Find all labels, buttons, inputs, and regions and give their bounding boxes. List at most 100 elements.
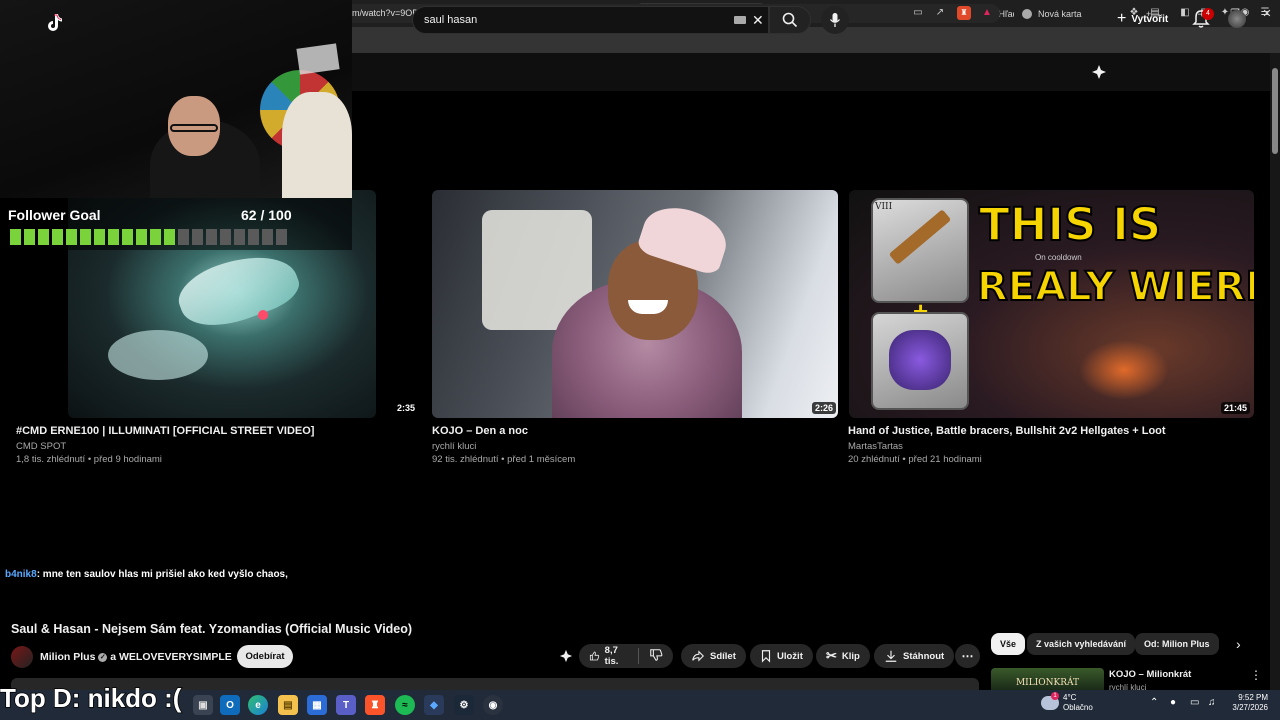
top-donation-overlay: Top D: nikdo :(	[0, 682, 182, 714]
tiktok-icon	[44, 12, 66, 34]
goal-segment	[276, 229, 287, 245]
video-duration-1: 2:35	[394, 402, 419, 414]
video-meta-3: 20 zhlédnutí • před 21 hodinami	[848, 454, 982, 465]
like-count: 8,7 tis.	[604, 645, 619, 667]
create-label: Vytvořit	[1131, 13, 1169, 25]
video-channel-3[interactable]: MartasTartas	[848, 441, 903, 452]
chip-from-channel[interactable]: Od: Milion Plus	[1135, 633, 1219, 655]
profile-avatar[interactable]	[1228, 10, 1246, 28]
more-actions-button[interactable]: ⋯	[955, 644, 980, 668]
side-video-menu-icon[interactable]: ⋮	[1250, 668, 1262, 682]
wall-sign	[296, 43, 340, 75]
tab-favicon-icon	[1022, 8, 1032, 19]
video-title-3[interactable]: Hand of Justice, Battle bracers, Bullshi…	[848, 425, 1166, 437]
microsoft-store-icon[interactable]: ▦	[307, 695, 327, 715]
like-divider	[638, 648, 639, 664]
thumb3-small: On cooldown	[1035, 253, 1082, 262]
share-button[interactable]: Sdílet	[681, 644, 746, 668]
clip-label: Klip	[841, 650, 860, 662]
tab-label: Nová karta	[1038, 8, 1082, 19]
menu-icon[interactable]: ☰	[1258, 6, 1272, 20]
search-icon	[782, 12, 798, 28]
like-button[interactable]: 8,7 tis.	[589, 645, 627, 667]
voice-search-button[interactable]	[821, 6, 849, 34]
obs-icon[interactable]: ◉	[483, 695, 503, 715]
goal-segment	[66, 229, 77, 245]
goal-segment	[164, 229, 175, 245]
clear-search-icon[interactable]: ✕	[752, 7, 764, 33]
weather-widget[interactable]: 4°C Oblačno	[1063, 693, 1093, 713]
steam-icon[interactable]: ⚙	[454, 695, 474, 715]
video-channel-2[interactable]: rychlí kluci	[432, 441, 476, 452]
goal-segment	[52, 229, 63, 245]
download-label: Stáhnout	[903, 650, 945, 662]
search-value: saul hasan	[424, 14, 478, 26]
scissors-icon: ✂	[826, 648, 837, 663]
edge-icon[interactable]: e	[248, 695, 268, 715]
task-view-icon[interactable]: ▣	[193, 695, 213, 715]
volume-icon[interactable]: ♫	[1208, 697, 1216, 708]
network-icon[interactable]: ▭	[1190, 697, 1199, 708]
clock-date: 3/27/2026	[1232, 703, 1268, 712]
goal-segment	[206, 229, 217, 245]
subscribe-button[interactable]: Odebírat	[237, 645, 293, 668]
video-meta-2: 92 tis. zhlédnutí • před 1 měsícem	[432, 454, 576, 465]
video-thumbnail-2[interactable]	[432, 190, 838, 418]
chips-next-icon[interactable]: ›	[1236, 636, 1241, 652]
video-thumbnail-3[interactable]: VIII + THIS IS On cooldown REALY WIERD	[849, 190, 1254, 418]
goal-segment	[178, 229, 189, 245]
create-button[interactable]: + Vytvořit	[1117, 8, 1168, 30]
goal-segment	[220, 229, 231, 245]
goal-segment	[24, 229, 35, 245]
spotify-icon[interactable]: ≈	[395, 695, 415, 715]
verified-icon: ✓	[98, 652, 108, 662]
channel-primary[interactable]: Milion Plus	[40, 651, 95, 663]
channel-avatar[interactable]	[11, 646, 33, 668]
search-button[interactable]	[769, 6, 811, 34]
keyboard-icon[interactable]	[734, 16, 746, 24]
share-label: Sdílet	[710, 650, 736, 662]
thumb3-line2: REALY WIERD	[976, 263, 1254, 311]
clock-time: 9:52 PM	[1238, 693, 1268, 702]
side-video-title[interactable]: KOJO – Milionkrát	[1109, 669, 1191, 680]
download-button[interactable]: Stáhnout	[874, 644, 955, 668]
search-input[interactable]: saul hasan ✕	[412, 6, 769, 34]
channel-name[interactable]: Milion Plus ✓ a WELOVEVERYSIMPLE	[40, 651, 232, 663]
goal-segment	[136, 229, 147, 245]
scrollbar-thumb[interactable]	[1272, 68, 1278, 154]
teams-icon[interactable]: T	[336, 695, 356, 715]
cast-icon[interactable]: ▭	[911, 6, 925, 20]
channel-collab[interactable]: a WELOVEVERYSIMPLE	[110, 651, 232, 663]
share-page-icon[interactable]: ↗	[933, 6, 947, 20]
goal-segment	[94, 229, 105, 245]
app-diamond-icon[interactable]: ◆	[424, 695, 444, 715]
video-channel-1[interactable]: CMD SPOT	[16, 441, 66, 452]
brave-rewards-icon[interactable]: ▲	[980, 6, 994, 20]
video-title-2[interactable]: KOJO – Den a noc	[432, 425, 528, 437]
taskbar-clock[interactable]: 9:52 PM 3/27/2026	[1228, 693, 1268, 713]
outlook-icon[interactable]: O	[220, 695, 240, 715]
gemini-ask-icon[interactable]	[559, 649, 573, 663]
plus-icon: +	[1117, 10, 1127, 27]
tray-chevron-icon[interactable]: ⌃	[1150, 697, 1158, 708]
glasses	[170, 124, 218, 132]
tray-mic-icon[interactable]: ●	[1170, 697, 1176, 708]
sidebar-toggle-icon[interactable]: ◧	[1178, 6, 1192, 20]
save-label: Uložit	[777, 650, 803, 662]
goal-segment	[192, 229, 203, 245]
dislike-button[interactable]	[649, 648, 663, 665]
goal-segment	[122, 229, 133, 245]
clip-button[interactable]: ✂ Klip	[816, 644, 870, 668]
chip-from-searches[interactable]: Z vašich vyhledávání	[1027, 633, 1136, 655]
file-explorer-icon[interactable]: ▤	[278, 695, 298, 715]
chip-all[interactable]: Vše	[991, 633, 1026, 655]
brave-icon[interactable]: ♜	[365, 695, 385, 715]
side-video-thumbnail[interactable]: MILIONKRÁT	[991, 668, 1104, 690]
save-button[interactable]: Uložit	[750, 644, 813, 668]
video-title-1[interactable]: #CMD ERNE100 | ILLUMINATI [OFFICIAL STRE…	[16, 425, 314, 437]
follower-goal-count: 62 / 100	[241, 207, 292, 223]
cast-gemini-icon[interactable]	[1091, 64, 1107, 80]
brave-shield-icon[interactable]: ♜	[957, 6, 971, 20]
goal-segment	[80, 229, 91, 245]
webcam-overlay	[0, 0, 352, 198]
